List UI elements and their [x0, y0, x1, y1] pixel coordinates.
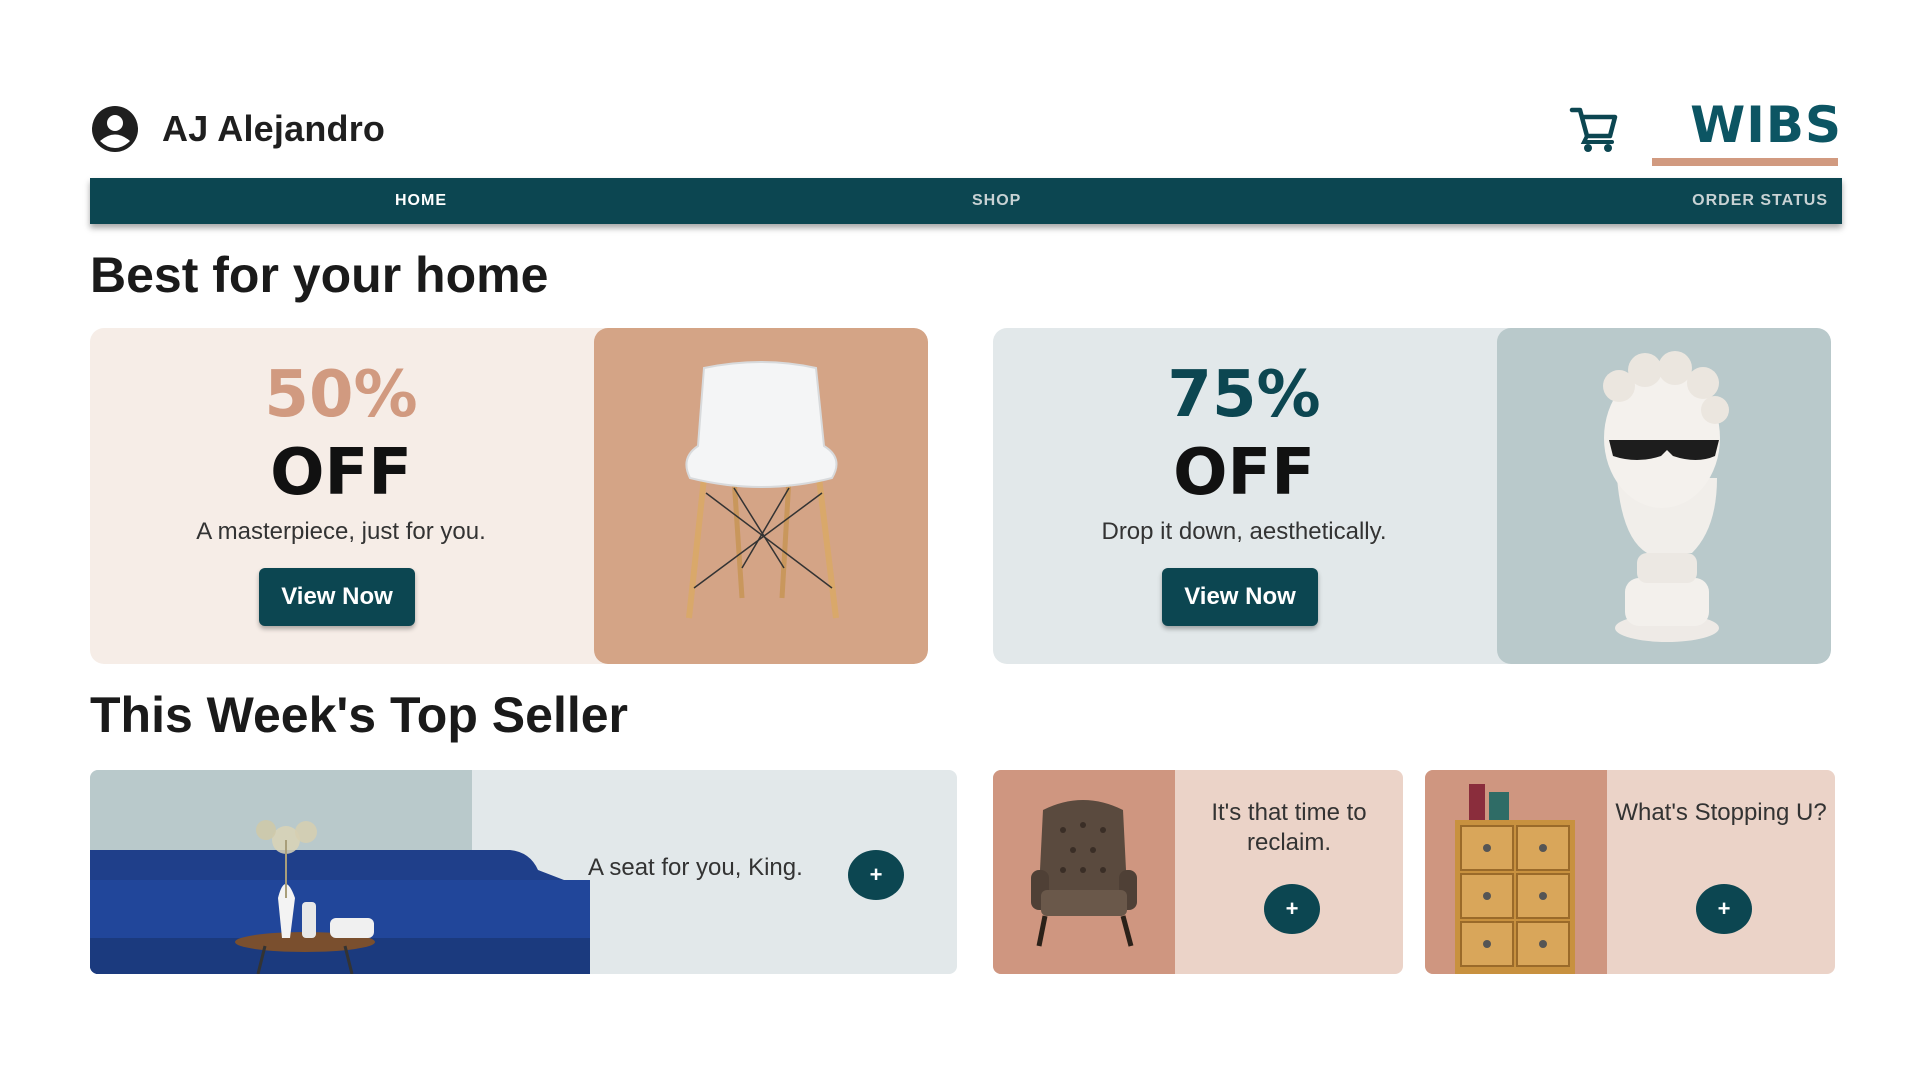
promo-text: 75% OFF Drop it down, aesthetically. Vie…	[993, 328, 1495, 664]
seller-caption: What's Stopping U?	[1615, 799, 1827, 826]
promo-off: OFF	[1173, 436, 1315, 510]
brand-logo[interactable]: WIBS	[1658, 96, 1842, 154]
promo-text: 50% OFF A masterpiece, just for you. Vie…	[90, 328, 592, 664]
brand-underline	[1652, 158, 1838, 166]
top-seller-card: What's Stopping U? +	[1425, 770, 1835, 974]
promo-percent: 75%	[1167, 358, 1321, 432]
white-chair-image	[685, 361, 839, 619]
header: AJ Alejandro WIBS	[90, 96, 1842, 166]
section-title-top-seller: This Week's Top Seller	[90, 687, 628, 743]
cart-icon[interactable]	[1568, 102, 1620, 154]
seller-caption: A seat for you, King.	[588, 854, 803, 881]
user-name: AJ Alejandro	[162, 108, 386, 149]
promo-percent: 50%	[264, 358, 418, 432]
nav-shop[interactable]: SHOP	[972, 178, 1021, 224]
armchair-image[interactable]	[993, 770, 1175, 974]
view-now-button[interactable]: View Now	[259, 568, 415, 626]
promo-image[interactable]	[594, 328, 928, 664]
top-seller-card: A seat for you, King. +	[90, 770, 957, 974]
add-button[interactable]: +	[848, 850, 904, 900]
top-seller-card: It's that time to reclaim. +	[993, 770, 1403, 974]
bust-image	[1603, 351, 1729, 642]
promo-description: A masterpiece, just for you.	[196, 518, 486, 545]
section-title-best: Best for your home	[90, 247, 549, 303]
nav-home[interactable]: HOME	[395, 178, 447, 224]
user-circle-icon	[92, 106, 138, 152]
promo-card: 75% OFF Drop it down, aesthetically. Vie…	[993, 328, 1831, 664]
cabinet-image[interactable]	[1425, 770, 1607, 974]
promo-off: OFF	[270, 436, 412, 510]
nav-order-status[interactable]: ORDER STATUS	[1692, 178, 1828, 224]
sofa-image[interactable]	[90, 770, 590, 974]
main-nav: HOME SHOP ORDER STATUS	[90, 178, 1842, 224]
promo-image[interactable]	[1497, 328, 1831, 664]
view-now-button[interactable]: View Now	[1162, 568, 1318, 626]
add-button[interactable]: +	[1264, 884, 1320, 934]
promo-description: Drop it down, aesthetically.	[1101, 518, 1387, 545]
add-button[interactable]: +	[1696, 884, 1752, 934]
user-profile[interactable]: AJ Alejandro	[90, 104, 385, 154]
promo-card: 50% OFF A masterpiece, just for you. Vie…	[90, 328, 928, 664]
seller-caption: It's that time to reclaim.	[1211, 799, 1367, 856]
